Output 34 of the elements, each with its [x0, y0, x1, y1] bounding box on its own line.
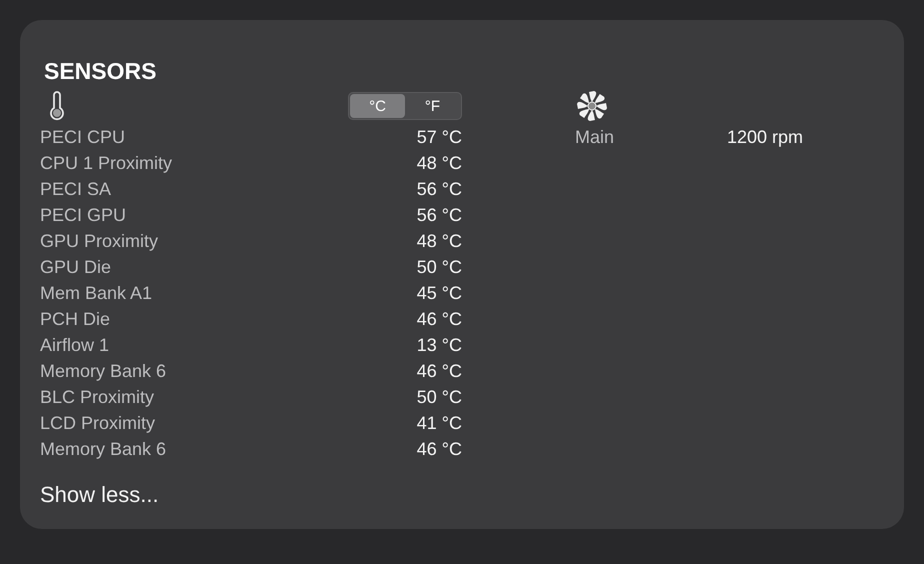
sensor-name: Mem Bank A1 [40, 282, 152, 304]
sensor-name: PECI CPU [40, 126, 126, 148]
sensor-name: PCH Die [40, 308, 110, 330]
sensor-name: LCD Proximity [40, 412, 156, 434]
sensor-value: 56 °C [416, 204, 462, 226]
sensor-name: PECI SA [40, 178, 112, 200]
sensor-value: 48 °C [416, 230, 462, 252]
sensor-value: 46 °C [416, 438, 462, 460]
thermometer-icon [48, 91, 66, 121]
unit-tab[interactable]: °C [350, 94, 405, 118]
unit-tab[interactable]: °F [405, 94, 460, 118]
sensor-value: 50 °C [416, 256, 462, 278]
sensor-value: 41 °C [416, 412, 462, 434]
fan-name: Main [575, 126, 616, 148]
sensor-value: 57 °C [416, 126, 462, 148]
sensor-name: Airflow 1 [40, 334, 110, 356]
fan-speed: 1200 rpm [727, 126, 804, 148]
sensor-value: 13 °C [416, 334, 462, 356]
sensor-value: 46 °C [416, 360, 462, 382]
show-less-link[interactable]: Show less... [40, 482, 159, 508]
sensor-name: BLC Proximity [40, 386, 154, 408]
sensor-name: Memory Bank 6 [40, 360, 166, 382]
panel-title: SENSORS [44, 58, 158, 84]
sensor-name: CPU 1 Proximity [40, 152, 172, 174]
sensor-value: 56 °C [416, 178, 462, 200]
sensor-name: Memory Bank 6 [40, 438, 166, 460]
sensor-value: 45 °C [416, 282, 462, 304]
sensor-value: 50 °C [416, 386, 462, 408]
sensor-name: PECI GPU [40, 204, 126, 226]
sensor-value: 48 °C [416, 152, 462, 174]
fan-icon [575, 89, 609, 123]
sensor-name: GPU Proximity [40, 230, 158, 252]
sensor-value: 46 °C [416, 308, 462, 330]
sensor-name: GPU Die [40, 256, 112, 278]
